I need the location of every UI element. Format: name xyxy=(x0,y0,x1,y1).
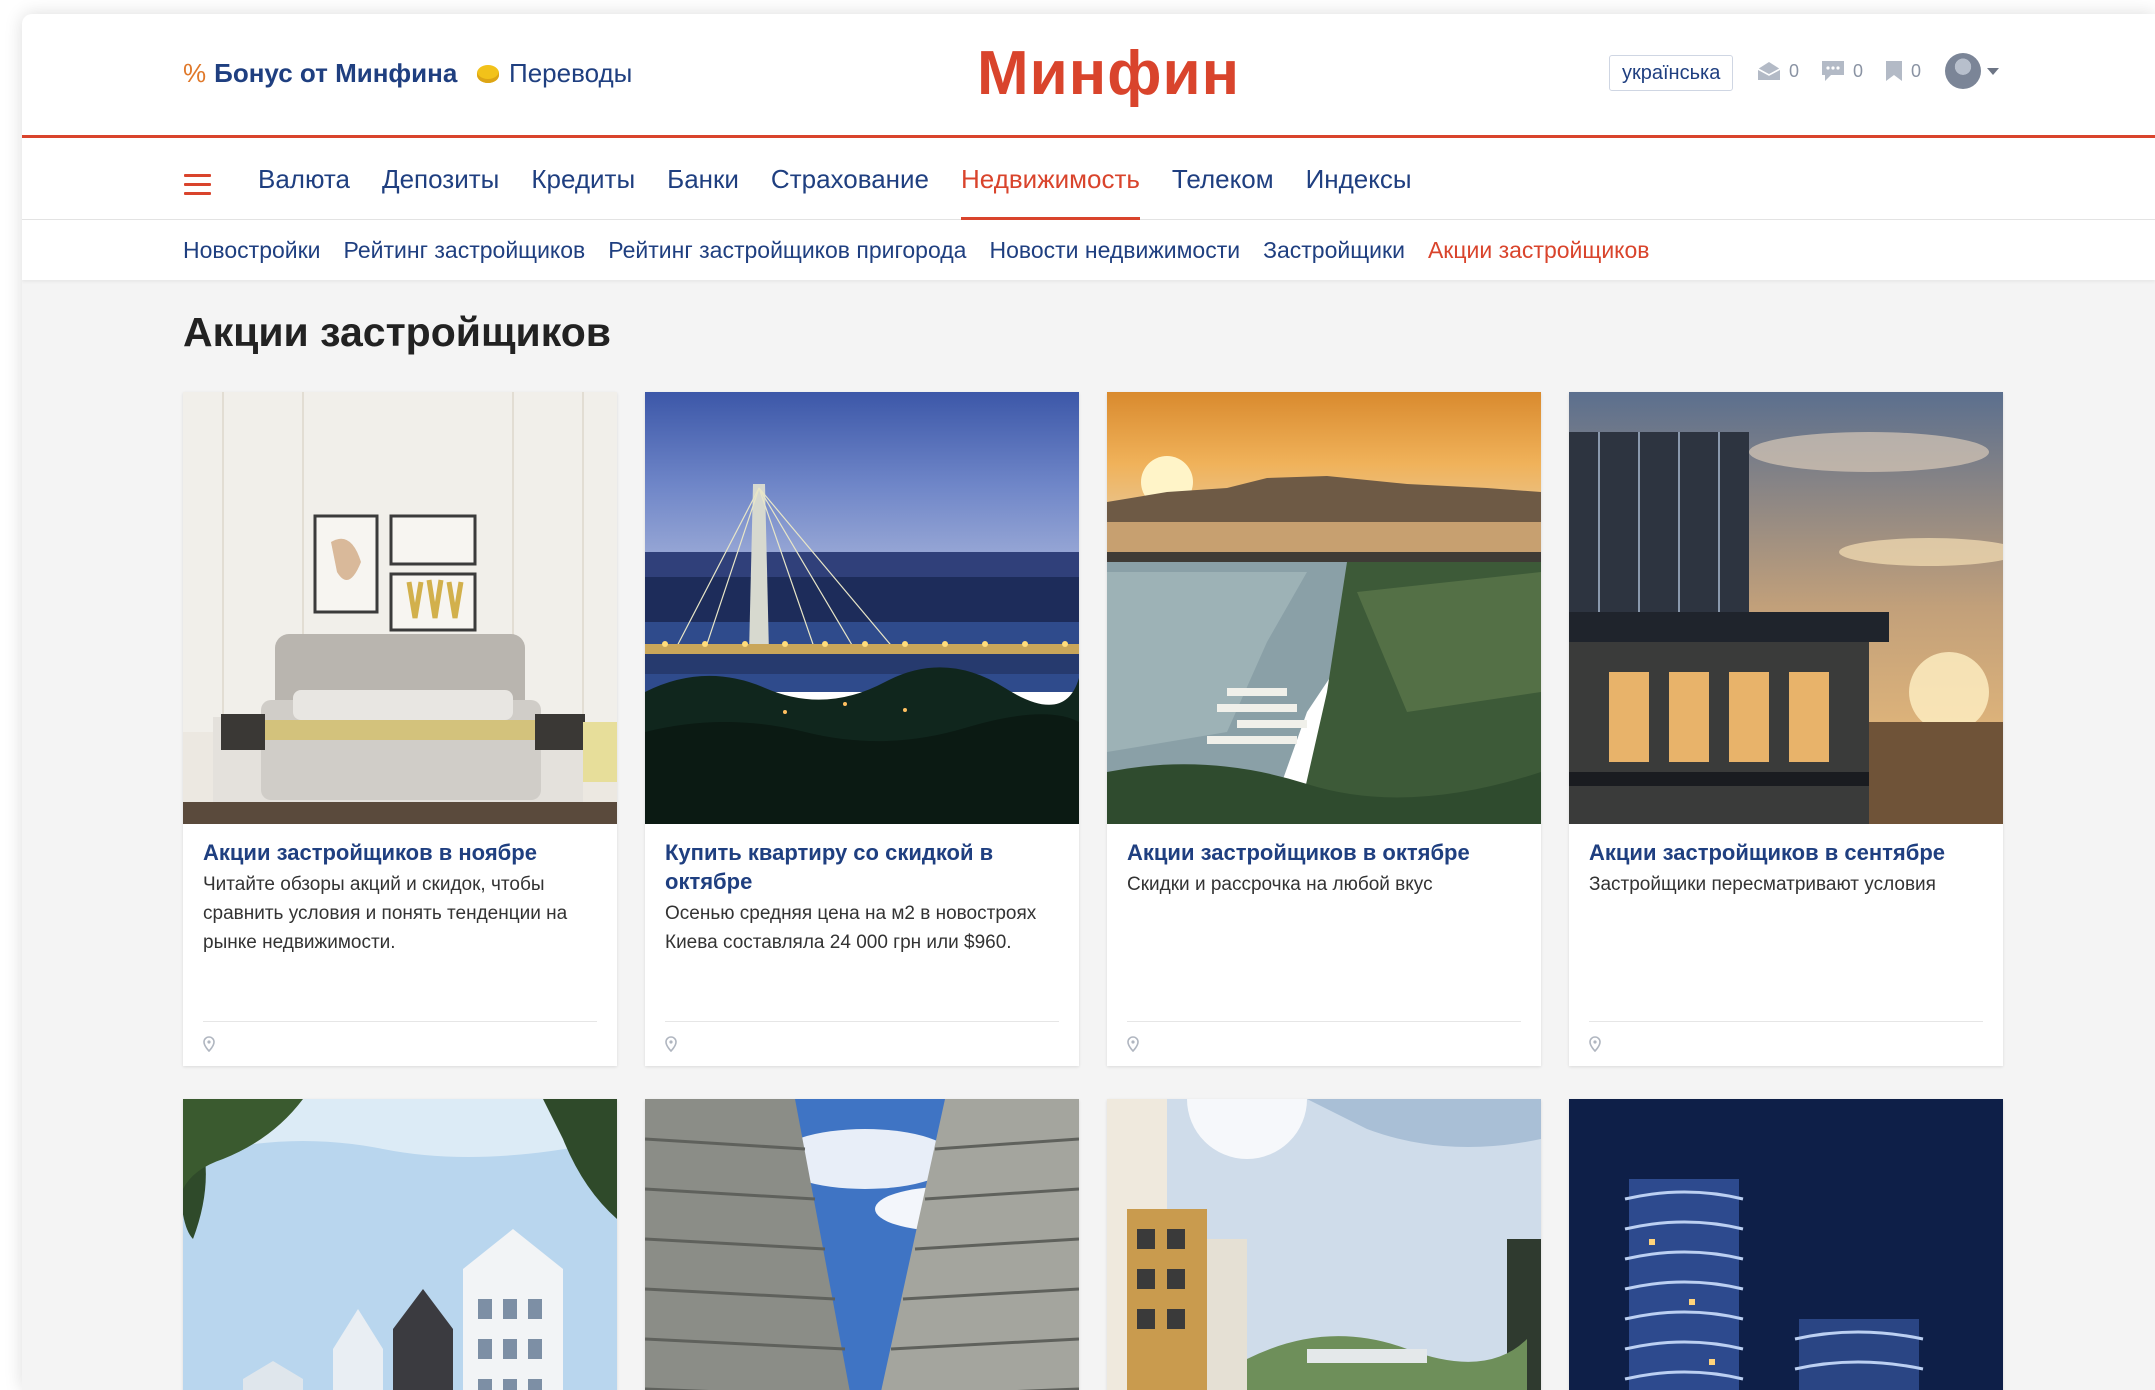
subnav-item-developers[interactable]: Застройщики xyxy=(1263,237,1405,264)
card-divider xyxy=(665,1021,1059,1022)
nav-item-real-estate[interactable]: Недвижимость xyxy=(945,138,1156,220)
location-pin-icon xyxy=(1127,1036,1139,1052)
card-divider xyxy=(203,1021,597,1022)
avatar xyxy=(1945,53,1981,89)
article-card[interactable] xyxy=(1107,1099,1541,1390)
percent-icon: % xyxy=(183,58,207,88)
location-pin-icon xyxy=(1589,1036,1601,1052)
envelope-icon xyxy=(1757,62,1781,80)
article-card[interactable] xyxy=(183,1099,617,1390)
language-switch[interactable]: українська xyxy=(1609,55,1734,91)
bookmark-icon xyxy=(1886,61,1903,81)
site-logo[interactable]: Минфин xyxy=(977,38,1240,109)
transfers-link[interactable]: Переводы xyxy=(477,58,632,89)
nav-item-currency[interactable]: Валюта xyxy=(242,138,366,220)
card-image-wavy-towers[interactable] xyxy=(1569,1099,2003,1390)
card-image-sunset-river[interactable] xyxy=(1107,392,1541,824)
card-description: Застройщики пересматривают условия xyxy=(1589,874,1936,895)
comments-icon xyxy=(1822,61,1845,81)
user-counters: 0 0 0 xyxy=(1757,60,1921,82)
nav-item-credits[interactable]: Кредиты xyxy=(515,138,651,220)
card-divider xyxy=(1589,1021,1983,1022)
nav-item-indexes[interactable]: Индексы xyxy=(1290,138,1428,220)
subnav-item-developer-promotions[interactable]: Акции застройщиков xyxy=(1428,237,1650,264)
transfers-label: Переводы xyxy=(509,58,633,88)
sub-navigation: Новостройки Рейтинг застройщиков Рейтинг… xyxy=(22,220,2155,280)
card-image-glass-building[interactable] xyxy=(1569,392,2003,824)
subnav-item-developer-rating[interactable]: Рейтинг застройщиков xyxy=(344,237,586,264)
messages-counter[interactable]: 0 xyxy=(1757,61,1799,82)
location-pin-icon xyxy=(203,1036,215,1052)
nav-item-banks[interactable]: Банки xyxy=(651,138,755,220)
comments-count: 0 xyxy=(1853,60,1864,81)
article-card[interactable]: Купить квартиру со скидкой в октябре Осе… xyxy=(645,392,1079,1066)
card-image-night-bridge[interactable] xyxy=(645,392,1079,824)
coins-icon xyxy=(477,64,499,83)
subnav-item-new-buildings[interactable]: Новостройки xyxy=(183,237,321,264)
card-body: Акции застройщиков в сентябре Застройщик… xyxy=(1569,824,2003,1066)
site-header: % Бонус от Минфина Переводы Минфин украї… xyxy=(22,14,2155,138)
nav-item-deposits[interactable]: Депозиты xyxy=(366,138,515,220)
comments-counter[interactable]: 0 xyxy=(1821,60,1863,82)
article-card[interactable] xyxy=(645,1099,1079,1390)
main-navigation: Валюта Депозиты Кредиты Банки Страховани… xyxy=(22,138,2155,220)
bonus-link[interactable]: % Бонус от Минфина xyxy=(183,58,457,89)
article-card[interactable]: Акции застройщиков в сентябре Застройщик… xyxy=(1569,392,2003,1066)
card-image-highrise-towers[interactable] xyxy=(645,1099,1079,1390)
card-description: Читайте обзоры акций и скидок, чтобы сра… xyxy=(203,874,568,953)
card-title[interactable]: Акции застройщиков в ноябре xyxy=(203,838,597,867)
article-card[interactable]: Акции застройщиков в ноябре Читайте обзо… xyxy=(183,392,617,1066)
subnav-item-suburb-rating[interactable]: Рейтинг застройщиков пригорода xyxy=(608,237,966,264)
subnav-item-real-estate-news[interactable]: Новости недвижимости xyxy=(989,237,1240,264)
card-body: Акции застройщиков в ноябре Читайте обзо… xyxy=(183,824,617,1066)
card-title[interactable]: Акции застройщиков в октябре xyxy=(1127,838,1521,867)
card-divider xyxy=(1127,1021,1521,1022)
card-description: Скидки и рассрочка на любой вкус xyxy=(1127,874,1433,895)
card-description: Осенью средняя цена на м2 в новостроях К… xyxy=(665,903,1037,953)
page-title: Акции застройщиков xyxy=(183,309,611,355)
card-title[interactable]: Купить квартиру со скидкой в октябре xyxy=(665,838,1059,896)
browser-viewport: % Бонус от Минфина Переводы Минфин украї… xyxy=(22,14,2155,1390)
card-image-park-buildings[interactable] xyxy=(1107,1099,1541,1390)
article-card[interactable]: Акции застройщиков в октябре Скидки и ра… xyxy=(1107,392,1541,1066)
card-image-townhouses[interactable] xyxy=(183,1099,617,1390)
location-pin-icon xyxy=(665,1036,677,1052)
bookmarks-count: 0 xyxy=(1911,60,1922,81)
nav-item-telecom[interactable]: Телеком xyxy=(1156,138,1290,220)
menu-icon[interactable] xyxy=(184,174,211,195)
main-nav-list: Валюта Депозиты Кредиты Банки Страховани… xyxy=(242,138,1428,220)
card-title[interactable]: Акции застройщиков в сентябре xyxy=(1589,838,1983,867)
article-card[interactable] xyxy=(1569,1099,2003,1390)
chevron-down-icon xyxy=(1987,67,1999,75)
bookmarks-counter[interactable]: 0 xyxy=(1885,60,1921,82)
card-body: Акции застройщиков в октябре Скидки и ра… xyxy=(1107,824,1541,1066)
card-image-bedroom[interactable] xyxy=(183,392,617,824)
user-menu[interactable] xyxy=(1945,53,1999,89)
nav-item-insurance[interactable]: Страхование xyxy=(755,138,945,220)
bonus-label: Бонус от Минфина xyxy=(214,58,458,88)
sub-nav-list: Новостройки Рейтинг застройщиков Рейтинг… xyxy=(183,220,1650,280)
card-body: Купить квартиру со скидкой в октябре Осе… xyxy=(645,824,1079,1066)
messages-count: 0 xyxy=(1789,60,1800,81)
